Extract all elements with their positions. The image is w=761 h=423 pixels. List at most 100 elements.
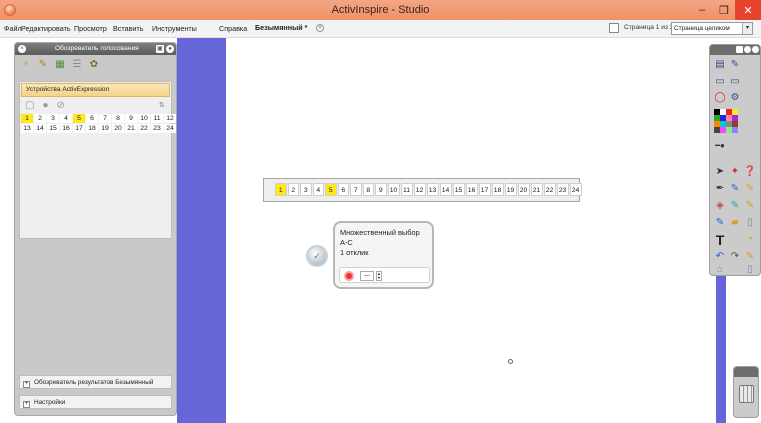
flipchart-icon[interactable]: ▤ bbox=[713, 58, 727, 72]
connector-icon[interactable]: ✎ bbox=[743, 199, 757, 213]
timer-field[interactable]: --- bbox=[360, 271, 374, 281]
expand-icon[interactable]: + bbox=[23, 381, 30, 388]
page-icon[interactable]: ▯ bbox=[743, 263, 757, 277]
close-button[interactable]: ✕ bbox=[735, 0, 761, 20]
toolbox-pin-icon[interactable] bbox=[736, 46, 743, 53]
vote-card[interactable]: Множественный выбор A-C 1 отклик --- ▲ ▼ bbox=[333, 221, 434, 289]
section-title[interactable]: Устройства ActivExpression bbox=[21, 83, 170, 97]
list-icon[interactable]: ☰ bbox=[70, 57, 84, 71]
toolbox-close-icon[interactable] bbox=[752, 46, 759, 53]
magic-ink-icon[interactable]: ✦ bbox=[728, 165, 742, 179]
device-number[interactable]: 3 bbox=[47, 114, 59, 123]
device-number[interactable]: 24 bbox=[164, 124, 176, 133]
device-number[interactable]: 21 bbox=[125, 124, 137, 133]
select-icon[interactable]: ➤ bbox=[713, 165, 727, 179]
strip-device-number: 5 bbox=[325, 183, 337, 196]
ruler-icon[interactable]: ▯ bbox=[743, 216, 757, 230]
document-tab[interactable]: Безымянный * bbox=[255, 23, 307, 32]
page-forward-icon[interactable]: ▭ bbox=[728, 75, 742, 89]
view-select[interactable]: Страница целиком ▾ bbox=[671, 22, 753, 35]
flipchart-canvas[interactable] bbox=[226, 38, 716, 423]
device-number[interactable]: 10 bbox=[138, 114, 150, 123]
device-number[interactable]: 9 bbox=[125, 114, 137, 123]
undo-icon[interactable]: ↶ bbox=[713, 250, 727, 264]
device-number[interactable]: 18 bbox=[86, 124, 98, 133]
device-number[interactable]: 8 bbox=[112, 114, 124, 123]
device-number[interactable]: 14 bbox=[34, 124, 46, 133]
trash-header bbox=[734, 367, 758, 377]
strip-device-number: 2 bbox=[287, 183, 299, 196]
tools-icon[interactable]: ✎ bbox=[743, 250, 757, 264]
toolbox-options-icon[interactable] bbox=[744, 46, 751, 53]
menu-edit[interactable]: Редактировать bbox=[21, 24, 71, 33]
response-count: 1 отклик bbox=[340, 248, 369, 257]
register-icon[interactable]: ▢ bbox=[25, 100, 34, 111]
menu-tools[interactable]: Инструменты bbox=[152, 24, 197, 33]
device-number[interactable]: 5 bbox=[73, 114, 85, 123]
device-number[interactable]: 19 bbox=[99, 124, 111, 133]
panel-close-icon[interactable]: × bbox=[18, 45, 26, 53]
maximize-button[interactable]: ❐ bbox=[713, 0, 735, 20]
page-icon[interactable] bbox=[609, 23, 619, 33]
trash-icon[interactable] bbox=[739, 385, 754, 403]
menu-help[interactable]: Справка bbox=[219, 24, 247, 33]
stop-vote-button[interactable] bbox=[344, 271, 354, 281]
user-icon[interactable]: ● bbox=[42, 100, 48, 111]
clock-icon[interactable]: ◔ bbox=[743, 233, 757, 247]
devices-icon[interactable]: ✿ bbox=[87, 57, 101, 71]
device-number[interactable]: 2 bbox=[34, 114, 46, 123]
color-swatch[interactable] bbox=[732, 127, 738, 133]
shape-icon[interactable]: ✎ bbox=[728, 199, 742, 213]
pen-icon[interactable]: ✒ bbox=[713, 182, 727, 196]
tab-close-icon[interactable]: × bbox=[316, 24, 324, 32]
expand-icon[interactable]: + bbox=[23, 401, 30, 408]
sort-icon[interactable]: ⇅ bbox=[159, 101, 165, 109]
vote-controls: --- ▲ ▼ bbox=[339, 267, 430, 283]
vote-icon[interactable]: ⚙ bbox=[728, 91, 742, 105]
record-icon[interactable]: ◯ bbox=[713, 91, 727, 105]
strip-device-number: 22 bbox=[543, 183, 556, 196]
device-number[interactable]: 13 bbox=[21, 124, 33, 133]
device-status-strip[interactable]: 1 2 3 4 5 6 7 8 9 10 11 12 13 14 15 16 17 18 19 20 21 22 23 24 bbox=[263, 178, 582, 202]
device-number[interactable]: 4 bbox=[60, 114, 72, 123]
fill-icon[interactable]: ◈ bbox=[713, 199, 727, 213]
browser-icon[interactable]: ✎ bbox=[728, 58, 742, 72]
vote-tool-icon[interactable]: ✓ bbox=[306, 245, 328, 267]
help-icon[interactable]: ❓ bbox=[743, 165, 757, 179]
start-vote-icon[interactable]: ⚡ bbox=[19, 57, 33, 71]
highlighter-icon[interactable]: ✎ bbox=[728, 182, 742, 196]
device-number[interactable]: 11 bbox=[151, 114, 163, 123]
eraser-icon[interactable]: ✎ bbox=[743, 182, 757, 196]
device-number[interactable]: 20 bbox=[112, 124, 124, 133]
device-number[interactable]: 6 bbox=[86, 114, 98, 123]
cursor-marker bbox=[508, 359, 513, 364]
link-icon[interactable]: ⊘ bbox=[57, 100, 65, 111]
device-number[interactable]: 16 bbox=[60, 124, 72, 133]
device-number[interactable]: 12 bbox=[164, 114, 176, 123]
page-back-icon[interactable]: ▭ bbox=[713, 75, 727, 89]
panel-options-icon[interactable]: ● bbox=[166, 45, 174, 53]
panel-pin-icon[interactable]: ▣ bbox=[156, 45, 164, 53]
device-number[interactable]: 23 bbox=[151, 124, 163, 133]
menu-view[interactable]: Просмотр bbox=[74, 24, 107, 33]
express-poll-icon[interactable]: ✎ bbox=[36, 57, 50, 71]
device-number[interactable]: 15 bbox=[47, 124, 59, 133]
device-number[interactable]: 17 bbox=[73, 124, 85, 133]
reset-icon[interactable]: ⌂ bbox=[713, 263, 727, 277]
line-width-icon[interactable]: ━● bbox=[713, 139, 727, 153]
text-icon[interactable]: T bbox=[713, 233, 727, 247]
camera-icon[interactable]: ▰ bbox=[728, 216, 742, 230]
menu-file[interactable]: Файл bbox=[4, 24, 22, 33]
device-number[interactable]: 1 bbox=[21, 114, 33, 123]
results-browser-footer[interactable]: + Обозреватель результатов Безымянный bbox=[19, 375, 172, 389]
settings-footer[interactable]: + Настройки bbox=[19, 395, 172, 409]
menu-insert[interactable]: Вставить bbox=[113, 24, 143, 33]
redo-icon[interactable]: ↷ bbox=[728, 250, 742, 264]
device-number[interactable]: 22 bbox=[138, 124, 150, 133]
marker-icon[interactable]: ✎ bbox=[713, 216, 727, 230]
timer-stepper[interactable]: ▲ ▼ bbox=[376, 271, 382, 281]
chevron-down-icon[interactable]: ▾ bbox=[742, 23, 752, 34]
self-paced-icon[interactable]: ▦ bbox=[53, 57, 67, 71]
minimize-button[interactable]: – bbox=[691, 0, 713, 20]
device-number[interactable]: 7 bbox=[99, 114, 111, 123]
